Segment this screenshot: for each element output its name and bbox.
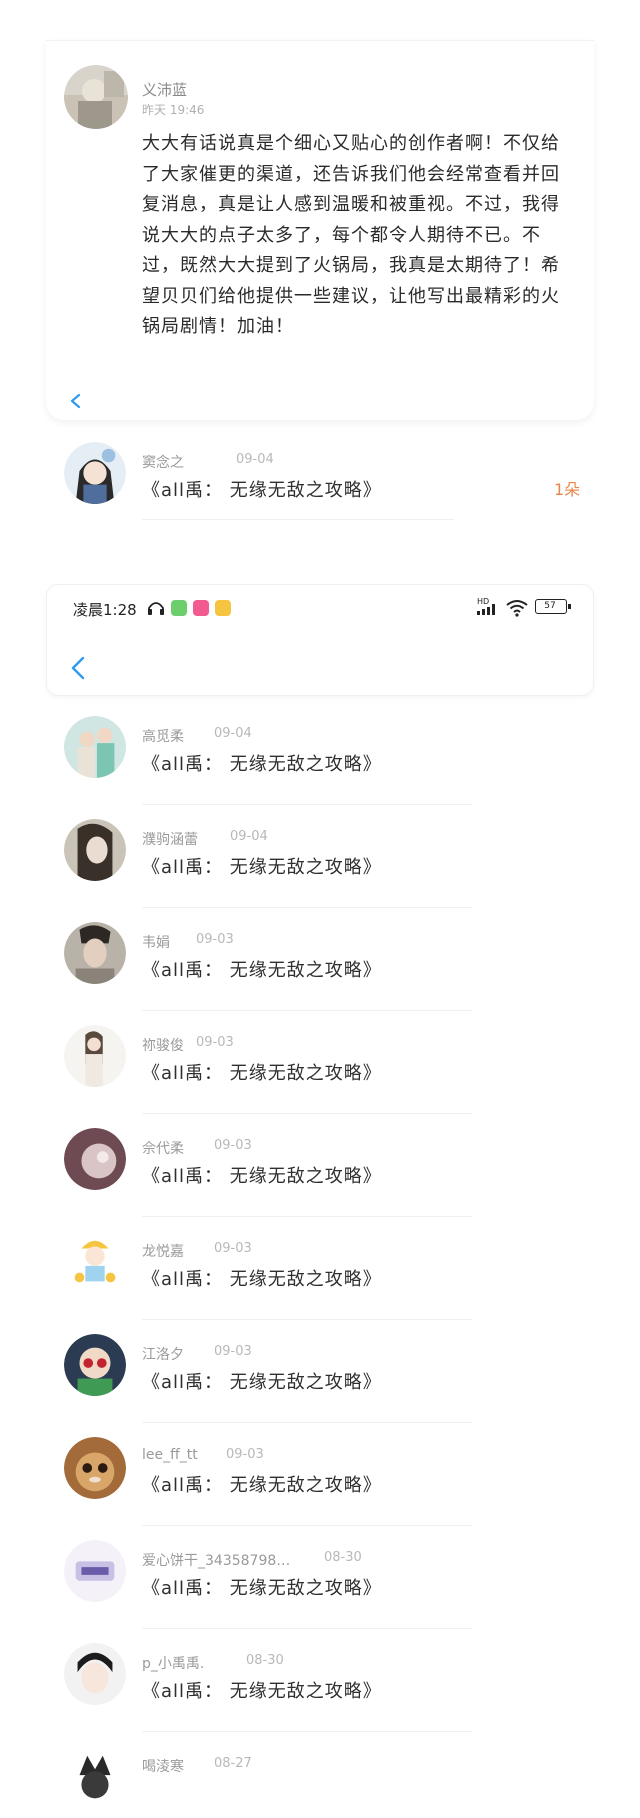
user-name[interactable]: 窦念之 xyxy=(142,452,184,472)
list-item[interactable]: p_小禹禹. 08-30 《all禹： 无缘无敌之攻略》 xyxy=(46,1631,594,1734)
gift-list-item[interactable]: 窦念之 09-04 《all禹： 无缘无敌之攻略》 1朵 xyxy=(46,432,594,520)
user-avatar[interactable] xyxy=(64,1334,126,1396)
user-name[interactable]: p_小禹禹. xyxy=(142,1653,204,1673)
list-item[interactable]: 佘代柔 09-03 《all禹： 无缘无敌之攻略》 xyxy=(46,1116,594,1219)
gift-date: 09-04 xyxy=(236,452,274,467)
list-item[interactable]: 爱心饼干_34358798… 08-30 《all禹： 无缘无敌之攻略》 xyxy=(46,1528,594,1631)
list-item[interactable]: 韦娟 09-03 《all禹： 无缘无敌之攻略》 xyxy=(46,910,594,1013)
status-time: 凌晨1:28 xyxy=(73,601,137,619)
divider xyxy=(142,1422,472,1423)
work-title[interactable]: 《all禹： 无缘无敌之攻略》 xyxy=(142,476,382,502)
user-name[interactable]: 喝淩寒 xyxy=(142,1756,184,1776)
gift-date: 09-03 xyxy=(214,1241,252,1256)
list-item[interactable]: 濮驹涵蕾 09-04 《all禹： 无缘无敌之攻略》 xyxy=(46,807,594,910)
work-title[interactable]: 《all禹： 无缘无敌之攻略》 xyxy=(142,853,382,879)
divider xyxy=(142,1113,472,1114)
user-name[interactable]: 龙悦嘉 xyxy=(142,1241,184,1261)
battery-icon: 57 xyxy=(535,599,567,614)
weibo-app-icon xyxy=(215,600,231,616)
gift-date: 09-03 xyxy=(226,1447,264,1462)
gift-date: 09-03 xyxy=(196,1035,234,1050)
commenter-name[interactable]: 义沛蓝 xyxy=(142,79,187,100)
battery-tip xyxy=(568,604,571,609)
gift-date: 09-03 xyxy=(214,1344,252,1359)
user-avatar[interactable] xyxy=(64,922,126,984)
divider xyxy=(142,1319,472,1320)
headphones-icon xyxy=(148,602,164,615)
user-avatar[interactable] xyxy=(64,1025,126,1087)
user-avatar[interactable] xyxy=(64,1437,126,1499)
list-item[interactable]: lee_ff_tt 09-03 《all禹： 无缘无敌之攻略》 xyxy=(46,1425,594,1528)
list-item[interactable]: 高觅柔 09-04 《all禹： 无缘无敌之攻略》 xyxy=(46,704,594,807)
work-title[interactable]: 《all禹： 无缘无敌之攻略》 xyxy=(142,1677,382,1703)
gift-date: 08-27 xyxy=(214,1756,252,1771)
user-name[interactable]: 爱心饼干_34358798… xyxy=(142,1550,290,1570)
work-title[interactable]: 《all禹： 无缘无敌之攻略》 xyxy=(142,1574,382,1600)
wechat-app-icon xyxy=(171,600,187,616)
back-chevron-icon[interactable] xyxy=(69,655,87,681)
user-avatar[interactable] xyxy=(64,1128,126,1190)
divider xyxy=(142,1628,472,1629)
commenter-avatar[interactable] xyxy=(64,65,128,129)
battery-level: 57 xyxy=(544,601,556,611)
user-avatar[interactable] xyxy=(64,1540,126,1602)
divider xyxy=(142,1525,472,1526)
video-app-icon xyxy=(193,600,209,616)
user-avatar[interactable] xyxy=(64,1643,126,1705)
back-chevron-icon[interactable] xyxy=(68,393,84,409)
gift-date: 09-04 xyxy=(214,726,252,741)
list-item[interactable]: 喝淩寒 08-27 xyxy=(46,1734,594,1808)
wifi-icon xyxy=(506,600,528,617)
user-name[interactable]: 濮驹涵蕾 xyxy=(142,829,198,849)
user-name[interactable]: 江洛夕 xyxy=(142,1344,184,1364)
work-title[interactable]: 《all禹： 无缘无敌之攻略》 xyxy=(142,1471,382,1497)
user-name[interactable]: 高觅柔 xyxy=(142,726,184,746)
gift-date: 09-04 xyxy=(230,829,268,844)
gift-count: 1朵 xyxy=(554,480,581,499)
comment-card: 义沛蓝 昨天 19:46 大大有话说真是个细心又贴心的创作者啊！不仅给了大家催更… xyxy=(46,40,594,420)
list-item[interactable]: 江洛夕 09-03 《all禹： 无缘无敌之攻略》 xyxy=(46,1322,594,1425)
gift-date: 08-30 xyxy=(246,1653,284,1668)
user-avatar[interactable] xyxy=(64,716,126,778)
user-avatar[interactable] xyxy=(64,1746,126,1808)
status-bar: 凌晨1:28 HD 57 xyxy=(47,585,593,629)
divider xyxy=(142,907,472,908)
user-name[interactable]: 韦娟 xyxy=(142,932,170,952)
work-title[interactable]: 《all禹： 无缘无敌之攻略》 xyxy=(142,956,382,982)
list-item[interactable]: 祢骏俊 09-03 《all禹： 无缘无敌之攻略》 xyxy=(46,1013,594,1116)
work-title[interactable]: 《all禹： 无缘无敌之攻略》 xyxy=(142,1265,382,1291)
gift-date: 09-03 xyxy=(196,932,234,947)
divider xyxy=(142,519,454,520)
work-title[interactable]: 《all禹： 无缘无敌之攻略》 xyxy=(142,1059,382,1085)
signal-icon xyxy=(477,604,495,615)
gift-date: 09-03 xyxy=(214,1138,252,1153)
gift-date: 08-30 xyxy=(324,1550,362,1565)
comment-time: 昨天 19:46 xyxy=(142,103,205,117)
divider xyxy=(142,1010,472,1011)
user-avatar[interactable] xyxy=(64,442,126,504)
user-name[interactable]: lee_ff_tt xyxy=(142,1447,198,1463)
user-avatar[interactable] xyxy=(64,819,126,881)
divider xyxy=(142,1731,472,1732)
user-avatar[interactable] xyxy=(64,1231,126,1293)
divider xyxy=(142,804,472,805)
list-item[interactable]: 龙悦嘉 09-03 《all禹： 无缘无敌之攻略》 xyxy=(46,1219,594,1322)
user-name[interactable]: 祢骏俊 xyxy=(142,1035,184,1055)
work-title[interactable]: 《all禹： 无缘无敌之攻略》 xyxy=(142,750,382,776)
user-name[interactable]: 佘代柔 xyxy=(142,1138,184,1158)
divider xyxy=(142,1216,472,1217)
comment-body: 大大有话说真是个细心又贴心的创作者啊！不仅给了大家催更的渠道，还告诉我们他会经常… xyxy=(142,133,560,337)
work-title[interactable]: 《all禹： 无缘无敌之攻略》 xyxy=(142,1368,382,1394)
work-title[interactable]: 《all禹： 无缘无敌之攻略》 xyxy=(142,1162,382,1188)
phone-screen-header: 凌晨1:28 HD 57 xyxy=(46,584,594,696)
